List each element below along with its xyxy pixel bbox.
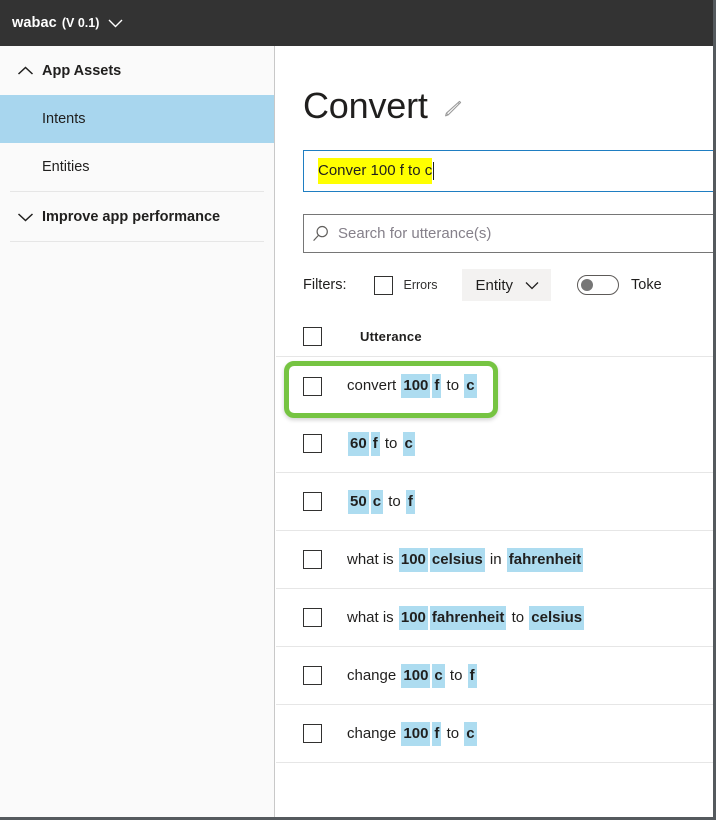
chevron-down-icon[interactable] <box>108 19 123 28</box>
entity-token: f <box>432 374 442 398</box>
filters-label: Filters: <box>303 277 347 293</box>
entity-token: celsius <box>529 605 585 630</box>
table-row[interactable]: change 100 f to c <box>276 705 713 763</box>
table-row[interactable]: 50 c to f <box>276 473 713 531</box>
table-body: convert 100 f to c 60 f to c 50 c to f what is… <box>276 357 713 763</box>
row-checkbox[interactable] <box>303 492 322 511</box>
utterance-text: what is 100 fahrenheit to celsius <box>347 605 585 630</box>
search-placeholder: Search for utterance(s) <box>338 225 492 242</box>
plain-token: change <box>347 724 401 742</box>
app-version-label: (V 0.1) <box>61 16 100 30</box>
utterance-entry-value: Conver 100 f to c <box>318 158 433 184</box>
row-checkbox[interactable] <box>303 724 322 743</box>
column-header-utterance: Utterance <box>360 329 422 344</box>
chevron-down-icon <box>525 281 539 290</box>
entity-token: fahrenheit <box>429 605 507 630</box>
plain-token: what is <box>347 608 398 626</box>
utterance-text: what is 100 celsius in fahrenheit <box>347 547 584 572</box>
entity-token: c <box>432 663 445 688</box>
chevron-up-icon <box>14 65 36 76</box>
plain-token: to <box>507 608 529 626</box>
entity-token: 100 <box>401 721 431 746</box>
utterance-text: convert 100 f to c <box>347 374 478 398</box>
plain-token: convert <box>347 377 401 394</box>
utterance-entry-input[interactable]: Conver 100 f to c <box>303 150 713 192</box>
entity-token: f <box>405 489 415 514</box>
tokens-toggle-label: Toke <box>631 277 662 293</box>
page-title: Convert <box>303 85 428 126</box>
row-checkbox[interactable] <box>303 376 322 396</box>
sidebar-item-label: Intents <box>42 111 86 127</box>
sidebar-navigation: App Assets Intents Entities Improve app … <box>0 46 275 817</box>
table-header-row: Utterance <box>276 317 713 357</box>
errors-filter-checkbox[interactable] <box>373 275 393 295</box>
sidebar-item-intents[interactable]: Intents <box>0 95 274 143</box>
chevron-down-icon <box>14 212 36 222</box>
entity-filter-dropdown[interactable]: Entity <box>461 269 552 301</box>
table-row[interactable]: convert 100 f to c <box>276 357 713 418</box>
utterances-table: Utterance convert 100 f to c 60 f to c 50 c t… <box>276 317 713 763</box>
plain-token: to <box>445 666 467 684</box>
utterance-text: 50 c to f <box>347 489 416 514</box>
search-icon <box>304 224 338 244</box>
entity-token: 100 <box>398 547 428 572</box>
sidebar-group-improve-app-performance[interactable]: Improve app performance <box>0 192 274 241</box>
sidebar-group-label: Improve app performance <box>42 208 221 225</box>
app-window: wabac (V 0.1) App Assets Intents Entitie… <box>0 0 716 820</box>
entity-token: f <box>467 663 477 688</box>
table-row[interactable]: what is 100 celsius in fahrenheit <box>276 531 713 589</box>
utterance-text: change 100 f to c <box>347 721 478 746</box>
search-input[interactable]: Search for utterance(s) <box>303 214 713 253</box>
entity-token: fahrenheit <box>506 547 584 572</box>
sidebar-item-entities[interactable]: Entities <box>0 143 274 191</box>
sidebar-group-label: App Assets <box>42 62 122 79</box>
entity-token: 100 <box>398 605 428 630</box>
table-row[interactable]: 60 f to c <box>276 415 713 473</box>
errors-filter-label: Errors <box>403 278 438 292</box>
plain-token: to <box>384 492 405 510</box>
entity-token: c <box>464 374 477 398</box>
entity-token: 60 <box>348 431 369 456</box>
plain-token: to <box>442 724 464 742</box>
plain-token: to <box>380 434 402 452</box>
entity-token: 50 <box>348 489 369 514</box>
entity-token: 100 <box>401 374 431 398</box>
entity-dropdown-label: Entity <box>475 276 514 294</box>
table-row[interactable]: what is 100 fahrenheit to celsius <box>276 589 713 647</box>
plain-token: what is <box>347 550 398 568</box>
row-checkbox[interactable] <box>303 608 322 627</box>
tokens-toggle[interactable] <box>577 275 620 295</box>
plain-token: change <box>347 666 401 684</box>
top-app-bar: wabac (V 0.1) <box>0 0 713 46</box>
main-content: Convert Conver 100 f to c Search for utt… <box>276 46 713 817</box>
app-title: wabac <box>12 15 57 31</box>
row-checkbox[interactable] <box>303 550 322 569</box>
row-checkbox[interactable] <box>303 434 322 453</box>
table-row[interactable]: change 100 c to f <box>276 647 713 705</box>
page-header: Convert <box>276 46 713 126</box>
sidebar-group-app-assets[interactable]: App Assets <box>0 46 274 95</box>
text-caret <box>433 162 435 180</box>
sidebar-divider <box>10 241 264 242</box>
entity-token: celsius <box>429 547 485 572</box>
utterance-text: change 100 c to f <box>347 663 478 688</box>
row-checkbox[interactable] <box>303 666 322 685</box>
plain-token: to <box>442 377 464 394</box>
entity-token: c <box>464 721 477 746</box>
entity-token: f <box>432 721 442 746</box>
pencil-icon[interactable] <box>441 98 463 120</box>
sidebar-item-label: Entities <box>42 159 90 175</box>
entity-token: 100 <box>401 663 431 688</box>
filters-bar: Filters: Errors Entity Toke <box>303 269 713 301</box>
entity-token: c <box>370 489 384 514</box>
select-all-checkbox[interactable] <box>303 327 322 346</box>
entity-token: f <box>370 431 380 456</box>
entity-token: c <box>402 431 415 456</box>
utterance-text: 60 f to c <box>347 431 416 456</box>
plain-token: in <box>485 550 506 568</box>
toggle-knob <box>581 279 594 291</box>
